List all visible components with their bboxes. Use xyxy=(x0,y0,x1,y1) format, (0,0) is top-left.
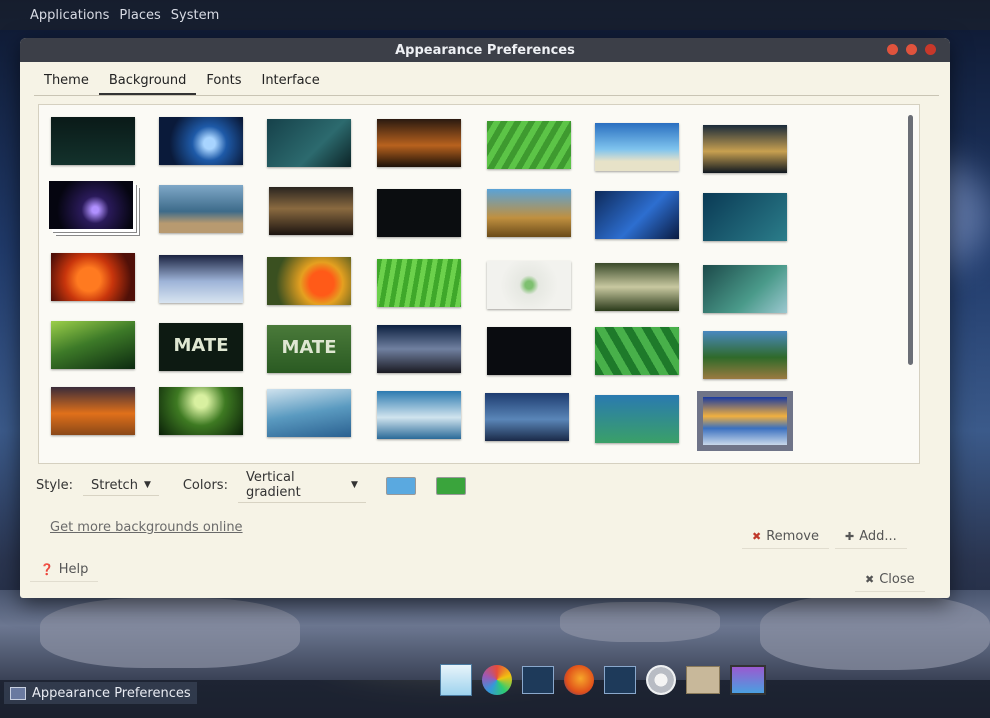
media-player-icon[interactable] xyxy=(522,666,554,694)
close-window-button[interactable] xyxy=(925,44,936,55)
mate-logo: MATE xyxy=(281,337,337,358)
style-dropdown[interactable]: Stretch ▼ xyxy=(83,476,159,496)
wallpaper-thumbnail[interactable] xyxy=(487,327,571,375)
wallpaper-thumbnail[interactable] xyxy=(377,391,461,439)
mate-logo: MATE xyxy=(173,335,229,356)
chevron-down-icon: ▼ xyxy=(351,480,358,490)
remove-icon: ✖ xyxy=(752,530,762,543)
system-menu[interactable]: System xyxy=(171,8,219,23)
video-player-icon[interactable] xyxy=(604,666,636,694)
gallery-scrollbar[interactable] xyxy=(908,115,913,365)
tab-interface[interactable]: Interface xyxy=(251,69,329,95)
window-titlebar[interactable]: Appearance Preferences xyxy=(20,38,950,62)
wallpaper-thumbnail[interactable] xyxy=(51,387,135,435)
applications-menu[interactable]: Applications xyxy=(30,8,109,23)
window-title: Appearance Preferences xyxy=(395,42,575,58)
wallpaper-thumbnail[interactable] xyxy=(595,327,679,375)
firefox-icon[interactable] xyxy=(564,665,594,695)
wallpaper-thumbnail[interactable] xyxy=(159,387,243,435)
wallpaper-thumbnail[interactable] xyxy=(269,187,353,235)
display-icon[interactable] xyxy=(730,665,766,695)
background-controls: Style: Stretch ▼ Colors: Vertical gradie… xyxy=(36,468,466,503)
plus-icon: ✚ xyxy=(845,530,855,543)
help-icon: ❓ xyxy=(40,563,54,576)
wallpaper-thumbnail[interactable] xyxy=(703,125,787,173)
primary-color-button[interactable] xyxy=(385,476,416,495)
tab-theme[interactable]: Theme xyxy=(34,69,99,95)
style-label: Style: xyxy=(36,478,74,493)
wallpaper-thumbnail[interactable] xyxy=(159,185,243,233)
wallpaper-thumbnail[interactable] xyxy=(159,255,243,303)
text-editor-icon[interactable] xyxy=(440,664,472,696)
appearance-preferences-window: Appearance Preferences Theme Background … xyxy=(20,38,950,598)
wallpaper-thumbnail[interactable] xyxy=(377,259,461,307)
wallpaper-thumbnail[interactable] xyxy=(595,123,679,171)
close-button[interactable]: ✖ Close xyxy=(855,568,925,592)
wallpaper-thumbnail[interactable] xyxy=(51,321,135,369)
close-label: Close xyxy=(879,572,915,587)
help-button[interactable]: ❓ Help xyxy=(30,558,99,582)
wallpaper-thumbnail[interactable] xyxy=(159,117,243,165)
colors-label: Colors: xyxy=(182,478,228,493)
tab-bar: Theme Background Fonts Interface xyxy=(34,69,939,96)
chevron-down-icon: ▼ xyxy=(143,480,151,490)
wallpaper-thumbnail[interactable] xyxy=(487,189,571,237)
wallpaper-thumbnail[interactable] xyxy=(267,257,351,305)
wallpaper-thumbnail[interactable] xyxy=(595,191,679,239)
add-label: Add... xyxy=(859,529,897,544)
wallpaper-thumbnail[interactable] xyxy=(51,117,135,165)
wallpaper-thumbnail[interactable] xyxy=(487,261,571,309)
help-label: Help xyxy=(58,562,89,577)
wallpaper-thumbnail[interactable] xyxy=(377,189,461,237)
wallpaper-thumbnail[interactable]: MATE xyxy=(159,323,243,371)
wallpaper-thumbnail[interactable] xyxy=(487,121,571,169)
dock xyxy=(440,662,800,698)
taskbar-window-button[interactable]: Appearance Preferences xyxy=(4,682,197,704)
wallpaper-thumbnail[interactable] xyxy=(703,265,787,313)
wallpaper-thumbnail[interactable] xyxy=(703,331,787,379)
wallpaper-thumbnail[interactable] xyxy=(595,263,679,311)
places-menu[interactable]: Places xyxy=(119,8,160,23)
wallpaper-thumbnail[interactable] xyxy=(49,181,133,229)
wallpaper-thumbnail[interactable] xyxy=(267,119,351,167)
color-wheel-icon[interactable] xyxy=(482,665,512,695)
wallpaper-thumbnail[interactable] xyxy=(377,325,461,373)
wallpaper-thumbnail[interactable] xyxy=(51,253,135,301)
secondary-color-button[interactable] xyxy=(435,476,466,495)
style-value: Stretch xyxy=(91,477,138,493)
tab-fonts[interactable]: Fonts xyxy=(196,69,251,95)
maximize-button[interactable] xyxy=(906,44,917,55)
wallpaper-thumbnail-selected[interactable] xyxy=(697,391,793,451)
taskbar-window-label: Appearance Preferences xyxy=(32,685,191,701)
add-button[interactable]: ✚ Add... xyxy=(835,525,907,549)
wallpaper-thumbnail[interactable] xyxy=(377,119,461,167)
top-panel: Applications Places System xyxy=(0,0,990,30)
get-more-backgrounds-link[interactable]: Get more backgrounds online xyxy=(50,520,243,535)
settings-icon[interactable] xyxy=(646,665,676,695)
wallpaper-thumbnail[interactable] xyxy=(703,193,787,241)
wallpaper-thumbnail[interactable] xyxy=(595,395,679,443)
colors-value: Vertical gradient xyxy=(245,470,301,500)
monitor-icon xyxy=(10,686,26,700)
tab-background[interactable]: Background xyxy=(98,69,197,95)
minimize-button[interactable] xyxy=(887,44,898,55)
close-icon: ✖ xyxy=(865,573,875,586)
wallpaper-thumbnail[interactable]: MATE xyxy=(267,325,351,373)
folder-icon[interactable] xyxy=(686,666,720,694)
wallpaper-thumbnail[interactable] xyxy=(267,389,351,437)
wallpaper-thumbnail[interactable] xyxy=(485,393,569,441)
remove-label: Remove xyxy=(766,529,819,544)
colors-dropdown[interactable]: Vertical gradient ▼ xyxy=(237,468,366,503)
wallpaper-gallery: MATE MATE xyxy=(38,104,920,464)
remove-button[interactable]: ✖ Remove xyxy=(742,525,829,549)
